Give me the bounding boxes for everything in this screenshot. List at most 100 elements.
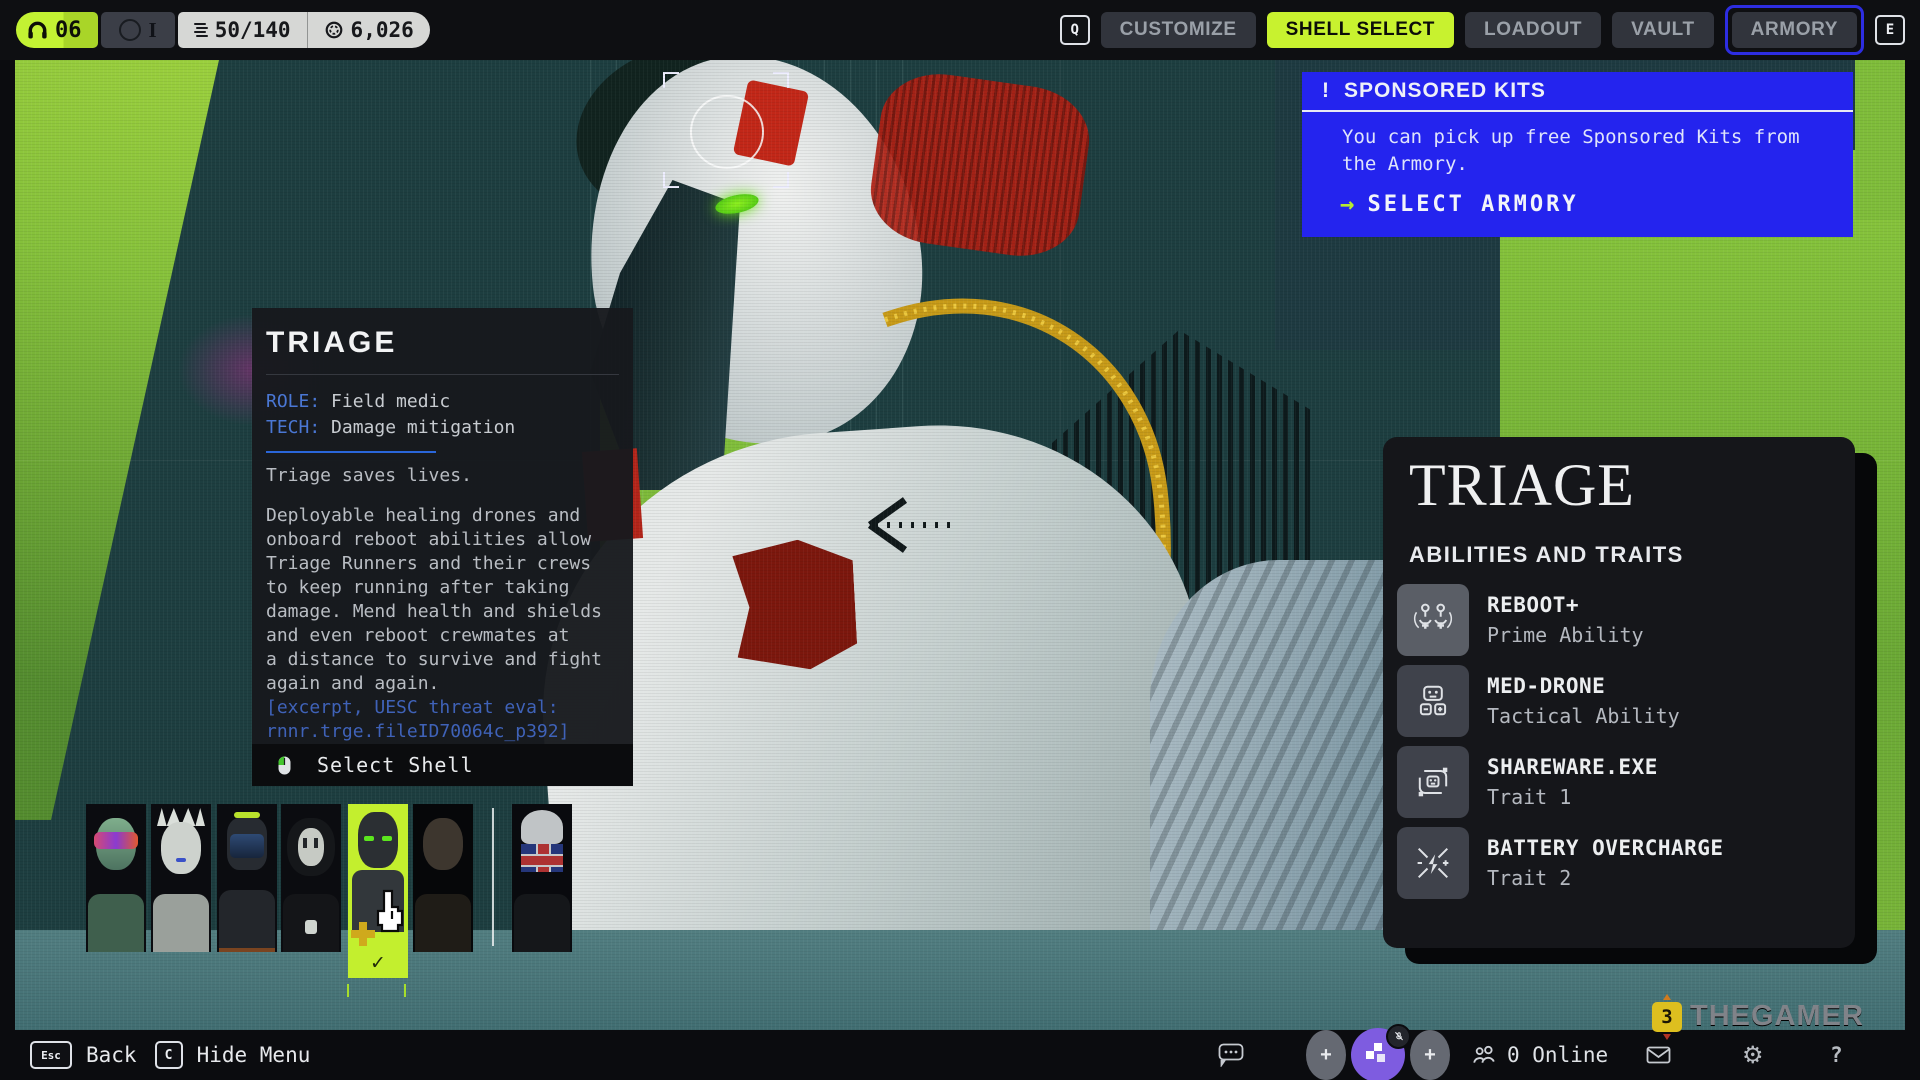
select-shell-label: Select Shell [317, 753, 474, 777]
online-status[interactable]: 0 Online [1472, 1030, 1608, 1080]
mic-off-icon [1393, 1031, 1405, 1043]
tab-shell-select[interactable]: SHELL SELECT [1267, 12, 1454, 48]
shell-thumb-1[interactable] [86, 804, 146, 952]
shell-thumb-6[interactable] [413, 804, 473, 952]
shell-thumb-4[interactable] [281, 804, 341, 952]
ability-tile [1397, 827, 1469, 899]
portrait-body [88, 894, 144, 952]
abilities-panel: TRIAGE ABILITIES AND TRAITS REBOOT+ Prim… [1383, 437, 1855, 948]
chat-button[interactable] [1218, 1030, 1244, 1080]
tab-loadout[interactable]: LOADOUT [1465, 12, 1601, 48]
ability-tile [1397, 584, 1469, 656]
ability-type: Trait 1 [1487, 785, 1658, 809]
abilities-subtitle: ABILITIES AND TRAITS [1409, 542, 1855, 568]
portrait-body [153, 894, 209, 952]
progress-section: 50/140 [178, 12, 307, 48]
select-armory-link[interactable]: → SELECT ARMORY [1340, 190, 1853, 218]
level-pill: 06 [16, 12, 98, 48]
portrait-face [298, 828, 324, 866]
tab-vault[interactable]: VAULT [1612, 12, 1714, 48]
red-glitch-patch [864, 66, 1096, 264]
ability-type: Tactical Ability [1487, 704, 1680, 728]
shell-thumb-2[interactable] [151, 804, 211, 952]
chat-bubble-icon [1218, 1043, 1244, 1067]
shareware-icon [1411, 760, 1455, 804]
portrait-green-strip [234, 812, 260, 818]
question-mark-icon: ? [1830, 1043, 1843, 1067]
reboot-drones-icon [1411, 598, 1455, 642]
ability-text: REBOOT+ Prime Ability [1487, 593, 1644, 647]
portrait-eye-bar [314, 838, 318, 848]
role-value: Field medic [331, 391, 450, 412]
reticle-bracket [663, 72, 679, 88]
portrait-white-helmet [521, 810, 563, 844]
green-corner [1855, 60, 1905, 220]
thegamer-watermark: 3 THEGAMER [1652, 1000, 1864, 1033]
carousel-tick [404, 984, 406, 997]
top-bar: 06 I 50/140 6,026 [0, 0, 1920, 60]
ability-row-battery-overcharge[interactable]: BATTERY OVERCHARGE Trait 2 [1397, 827, 1855, 899]
back-button[interactable]: Esc Back [30, 1041, 137, 1069]
thegamer-badge: 3 [1652, 1002, 1682, 1032]
tab-customize[interactable]: CUSTOMIZE [1101, 12, 1256, 48]
avatar-emblem [1365, 1042, 1391, 1068]
tech-value: Damage mitigation [331, 417, 515, 438]
tech-line: TECH: Damage mitigation [266, 415, 619, 441]
divider [266, 374, 619, 375]
battery-overcharge-icon [1411, 841, 1455, 885]
player-avatar[interactable] [1351, 1028, 1405, 1080]
credits-amount: 6,026 [351, 18, 414, 42]
reticle-bracket [773, 72, 789, 88]
settings-button[interactable]: ⚙ [1742, 1030, 1764, 1080]
ability-name: SHAREWARE.EXE [1487, 755, 1658, 779]
hide-menu-button[interactable]: C Hide Menu [155, 1041, 311, 1069]
sponsored-kits-body: You can pick up free Sponsored Kits from… [1342, 124, 1853, 178]
portrait-visor [230, 834, 264, 858]
black-arrow-marking [825, 490, 955, 560]
party-slot-add-right[interactable]: + [1410, 1030, 1450, 1080]
abilities-list: REBOOT+ Prime Ability [1397, 584, 1855, 899]
shell-thumb-5-selected[interactable]: ✓ [348, 804, 408, 978]
reticle-bracket [773, 172, 789, 188]
ability-row-reboot[interactable]: REBOOT+ Prime Ability [1397, 584, 1855, 656]
portrait-head [423, 818, 463, 870]
targeting-reticle [690, 95, 764, 169]
headset-icon [26, 19, 49, 42]
ability-name: REBOOT+ [1487, 593, 1644, 617]
portrait-flag-cross-h [521, 854, 563, 867]
carousel-tick [347, 984, 349, 997]
sponsored-kits-panel: ! SPONSORED KITS You can pick up free Sp… [1302, 72, 1853, 237]
armory-highlight-outline: ARMORY [1725, 5, 1864, 55]
progress-counter: 50/140 [215, 18, 291, 42]
ability-row-shareware[interactable]: SHAREWARE.EXE Trait 1 [1397, 746, 1855, 818]
portrait-robot-eye [364, 836, 374, 841]
selected-check-icon: ✓ [348, 952, 408, 974]
ability-name: BATTERY OVERCHARGE [1487, 836, 1724, 860]
thegamer-logo-text: THEGAMER [1690, 1000, 1864, 1033]
portrait-body [415, 894, 471, 952]
select-shell-button[interactable]: Select Shell [252, 744, 633, 786]
alert-icon: ! [1322, 79, 1330, 103]
rank-pill: I [101, 12, 175, 48]
mic-muted-badge [1386, 1024, 1411, 1049]
shell-description: Deployable healing drones and onboard re… [266, 504, 619, 696]
credits-section: 6,026 [307, 12, 430, 48]
shell-thumb-7[interactable] [512, 804, 572, 952]
shell-select-screen: 06 I 50/140 6,026 [0, 0, 1920, 1080]
ability-type: Prime Ability [1487, 623, 1644, 647]
e-key-hint: E [1875, 15, 1905, 45]
ability-row-med-drone[interactable]: MED-DRONE Tactical Ability [1397, 665, 1855, 737]
ability-tile [1397, 665, 1469, 737]
circle-rank-icon [119, 19, 141, 41]
player-level: 06 [55, 18, 82, 43]
tab-armory[interactable]: ARMORY [1732, 12, 1857, 48]
ability-name: MED-DRONE [1487, 674, 1680, 698]
shell-name-title: TRIAGE [266, 326, 619, 360]
shell-thumb-3[interactable] [217, 804, 277, 952]
shell-excerpt: [excerpt, UESC threat eval: rnnr.trge.fi… [266, 696, 619, 744]
party-slot-add-left[interactable]: + [1306, 1030, 1346, 1080]
help-button[interactable]: ? [1830, 1030, 1843, 1080]
menu-tabs-group: Q CUSTOMIZE SHELL SELECT LOADOUT VAULT A… [1060, 5, 1905, 55]
stacked-lines-icon [194, 21, 208, 39]
esc-key-hint: Esc [30, 1041, 72, 1069]
